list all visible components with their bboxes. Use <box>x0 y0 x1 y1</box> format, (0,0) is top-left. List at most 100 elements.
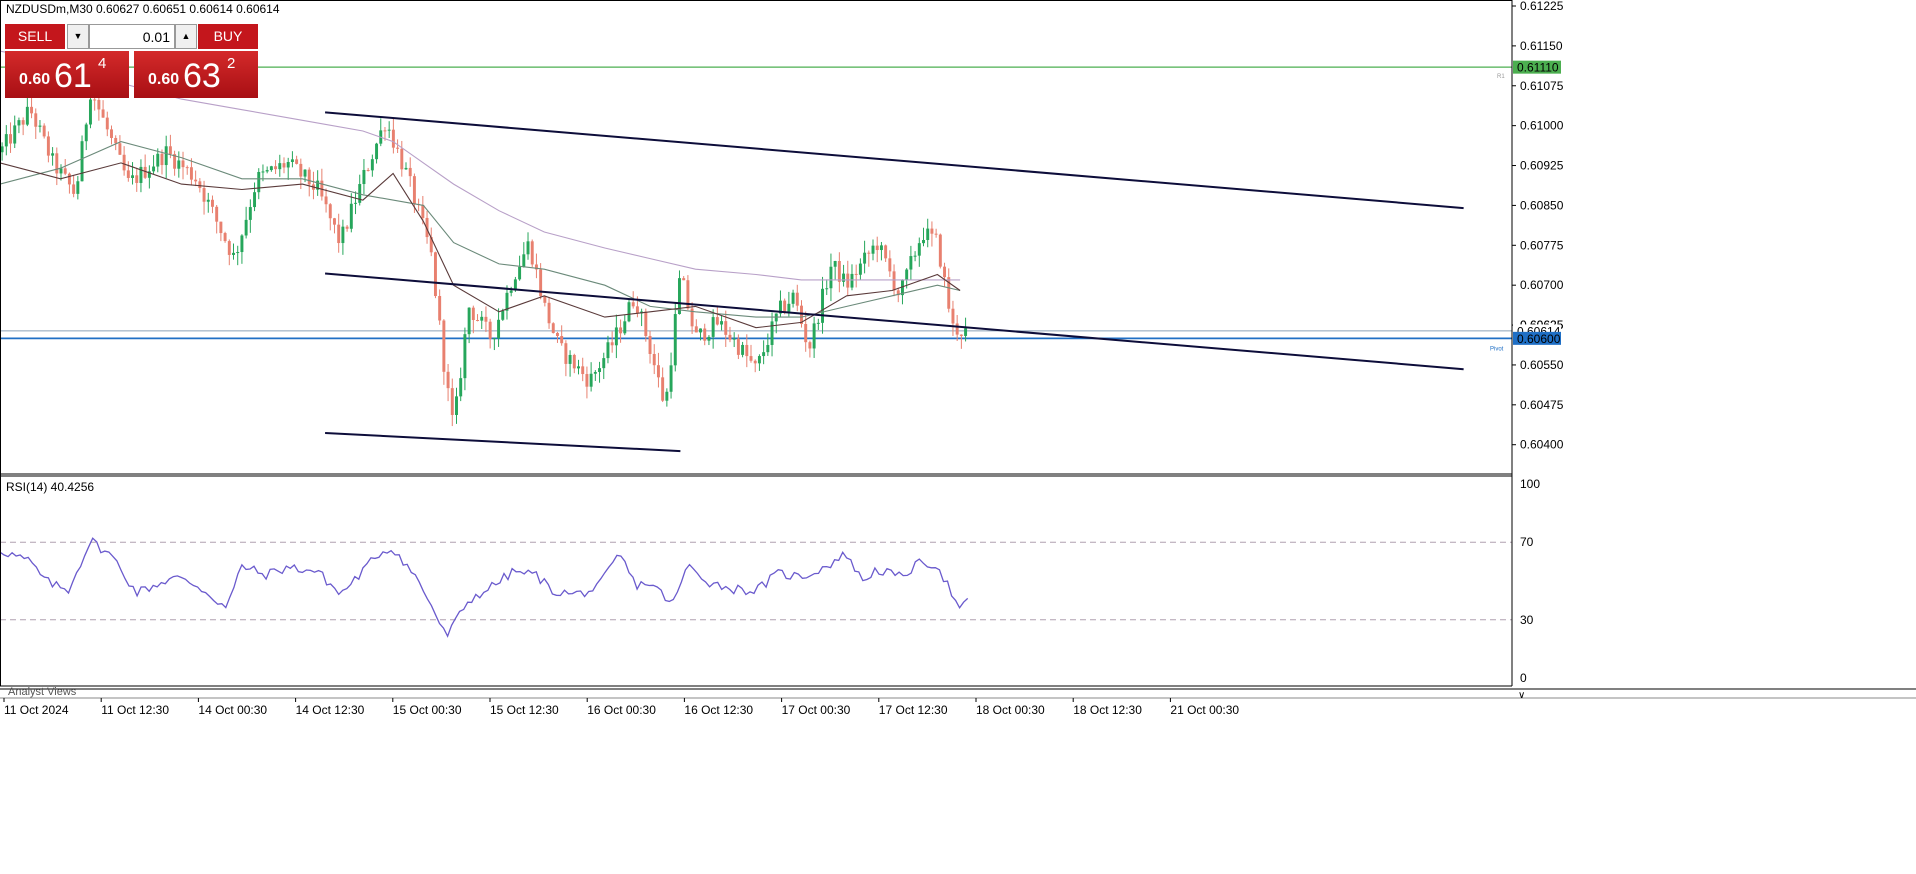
y-tick-label: 0.61225 <box>1520 0 1564 13</box>
candle-body <box>194 179 198 182</box>
candle <box>152 155 156 175</box>
candle-body <box>707 336 711 341</box>
channel-line-3 <box>325 432 681 453</box>
candle <box>311 171 315 200</box>
candle-body <box>30 106 34 114</box>
candle-body <box>606 342 610 359</box>
candle <box>177 151 181 178</box>
candle <box>185 165 189 175</box>
candle <box>875 236 879 263</box>
candle-body <box>84 124 88 142</box>
candle-body <box>623 321 627 334</box>
candle <box>379 118 383 147</box>
candle-body <box>122 154 126 171</box>
lot-decrease-button[interactable]: ▼ <box>67 24 89 49</box>
candle-body <box>215 206 219 222</box>
candle <box>846 260 850 297</box>
candle-body <box>829 266 833 289</box>
sell-price-quote[interactable]: 0.60 61 4 <box>5 51 129 98</box>
candle-body <box>555 332 559 336</box>
candle-body <box>858 263 862 275</box>
candle-body <box>964 328 968 336</box>
candle <box>433 251 437 299</box>
candle <box>181 151 185 180</box>
candle-body <box>951 308 955 324</box>
candle <box>707 335 711 346</box>
candle-body <box>585 374 589 387</box>
candle <box>661 367 665 403</box>
candle <box>189 158 193 186</box>
candle <box>290 151 294 168</box>
candle <box>665 388 669 407</box>
candle <box>265 166 269 174</box>
candle-body <box>648 335 652 354</box>
candle-body <box>627 302 631 322</box>
candle-body <box>198 181 202 189</box>
candle-body <box>4 134 8 147</box>
candle-body <box>757 356 761 364</box>
candle-body <box>13 125 17 144</box>
candle <box>215 205 219 234</box>
buy-button[interactable]: BUY <box>198 24 258 49</box>
candle <box>4 125 8 156</box>
candle <box>766 333 770 356</box>
candle-body <box>749 356 753 361</box>
rsi-line <box>0 537 969 638</box>
candle-body <box>467 307 471 335</box>
candle <box>614 314 618 359</box>
candle-body <box>236 252 240 254</box>
candle-body <box>846 273 850 288</box>
candle-body <box>488 321 492 339</box>
candle <box>850 264 854 291</box>
candle-body <box>711 317 715 337</box>
candle <box>770 312 774 357</box>
candle <box>955 314 959 341</box>
candle-body <box>51 153 55 156</box>
candle <box>543 295 547 307</box>
candle-body <box>105 117 109 130</box>
candle-body <box>783 300 787 312</box>
candle-body <box>396 147 400 149</box>
candle-body <box>290 159 294 162</box>
candle-body <box>631 302 635 307</box>
candle-body <box>295 159 299 164</box>
candle-body <box>724 321 728 335</box>
candle <box>669 352 673 399</box>
candle-body <box>909 256 913 270</box>
candle-body <box>185 167 189 169</box>
candle <box>375 142 379 164</box>
candle <box>341 219 345 255</box>
sell-button[interactable]: SELL <box>5 24 65 49</box>
lot-size-input[interactable] <box>89 24 175 49</box>
sell-price-fraction: 4 <box>98 55 107 72</box>
candle-body <box>126 170 130 178</box>
candle <box>143 154 147 179</box>
candle-body <box>438 296 442 321</box>
candle-body <box>875 245 879 251</box>
candle <box>795 284 799 312</box>
candle <box>42 123 46 139</box>
candle <box>459 367 463 402</box>
y-tick-label: 0.60850 <box>1520 198 1564 212</box>
candle <box>240 234 244 264</box>
price-chart[interactable]: R1 Pivot 0.61225 0.61150 0.61075 0.61000 0.60… <box>0 0 1916 874</box>
candle <box>349 193 353 233</box>
candle-body <box>278 163 282 170</box>
x-tick-label: 11 Oct 2024 <box>4 703 69 717</box>
analyst-views-tab[interactable]: Analyst Views <box>8 686 76 698</box>
candle-body <box>189 167 193 180</box>
candle-body <box>408 167 412 177</box>
lot-increase-button[interactable]: ▲ <box>175 24 197 49</box>
candle-body <box>879 245 883 251</box>
candle-body <box>943 266 947 278</box>
candle-body <box>652 353 656 366</box>
x-tick-label: 15 Oct 12:30 <box>490 703 559 717</box>
candle <box>871 239 875 261</box>
candle <box>362 159 366 195</box>
buy-price-quote[interactable]: 0.60 63 2 <box>134 51 258 98</box>
candle <box>21 117 25 136</box>
candle-body <box>854 273 858 275</box>
candle-body <box>581 366 585 375</box>
candle <box>210 195 214 214</box>
candle <box>720 315 724 331</box>
